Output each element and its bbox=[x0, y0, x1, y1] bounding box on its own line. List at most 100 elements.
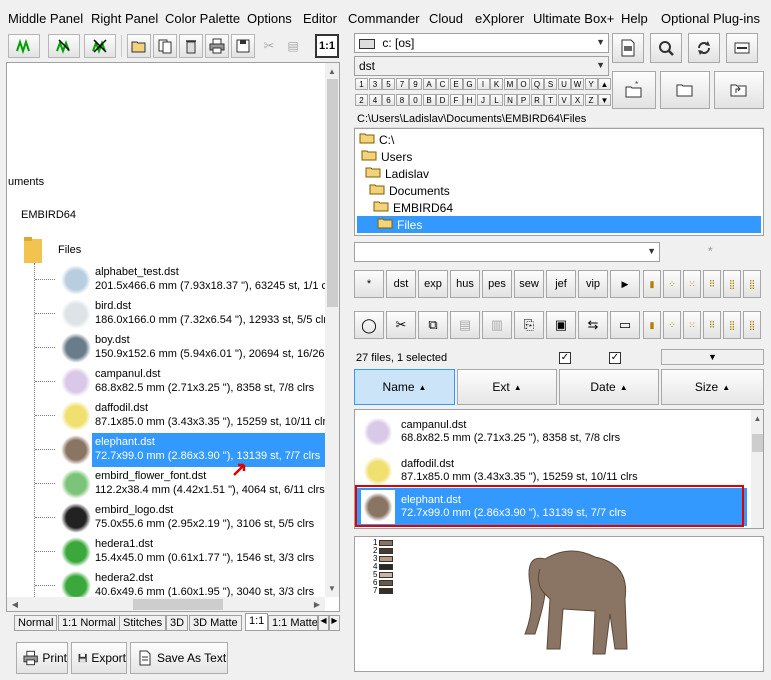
delete-stitch-button[interactable] bbox=[84, 34, 116, 58]
grid-size-button[interactable]: ⠿ bbox=[703, 311, 721, 339]
format-button-vip[interactable]: vip bbox=[578, 270, 608, 298]
folder-row-documents[interactable]: Documents bbox=[369, 182, 450, 199]
folder-row-embird64[interactable]: EMBIRD64 bbox=[373, 199, 453, 216]
key-w[interactable]: W bbox=[571, 78, 584, 90]
left-horizontal-scrollbar[interactable]: ◀ ▶ bbox=[7, 597, 325, 611]
format-button-dst[interactable]: dst bbox=[386, 270, 416, 298]
print-button[interactable]: Print bbox=[16, 642, 68, 674]
scroll-up-icon[interactable]: ▲ bbox=[598, 78, 611, 90]
header-size[interactable]: Size ▲ bbox=[661, 369, 764, 405]
grid-size-button[interactable]: ▮ bbox=[643, 311, 661, 339]
key-c[interactable]: C bbox=[436, 78, 449, 90]
scroll-up-icon[interactable]: ▲ bbox=[751, 411, 763, 425]
paste-special-button[interactable]: ▥ bbox=[482, 311, 512, 339]
folder-row-files[interactable]: Files bbox=[357, 216, 761, 233]
open-button[interactable] bbox=[127, 34, 151, 58]
file-row[interactable]: elephant.dst 72.7x99.0 mm (2.86x3.90 "), … bbox=[7, 433, 327, 467]
key-x[interactable]: X bbox=[571, 94, 584, 106]
properties-button[interactable] bbox=[726, 33, 758, 63]
copy-to-button[interactable] bbox=[153, 34, 177, 58]
key-b[interactable]: B bbox=[422, 94, 436, 106]
grid-size-button[interactable]: ⁘ bbox=[663, 270, 681, 298]
scroll-up-icon[interactable]: ▲ bbox=[325, 64, 339, 78]
tree-node-embird64[interactable]: EMBIRD64 bbox=[21, 209, 76, 221]
file-row[interactable]: boy.dst 150.9x152.6 mm (5.94x6.01 "), 206… bbox=[7, 331, 339, 365]
scroll-left-icon[interactable]: ◀ bbox=[8, 597, 22, 611]
key-7[interactable]: 7 bbox=[395, 78, 409, 90]
folder-row-ladislav[interactable]: Ladislav bbox=[365, 165, 429, 182]
file-list-scrollbar[interactable]: ▲ bbox=[751, 410, 763, 528]
key-u[interactable]: U bbox=[557, 78, 571, 90]
key-n[interactable]: N bbox=[503, 94, 517, 106]
stitch-view-button[interactable] bbox=[8, 34, 40, 58]
file-row[interactable]: hedera1.dst 15.4x45.0 mm (0.61x1.77 "), 1… bbox=[7, 535, 327, 569]
grid-size-button[interactable]: ▮ bbox=[643, 270, 661, 298]
key-d[interactable]: D bbox=[436, 94, 449, 106]
grid-size-button[interactable]: ⣿ bbox=[743, 270, 761, 298]
tab-1-1[interactable]: 1:1 bbox=[245, 613, 269, 631]
checkbox-date[interactable]: ✓ bbox=[609, 352, 621, 364]
copy-file-button[interactable]: ⧉ bbox=[418, 311, 448, 339]
header-ext[interactable]: Ext ▲ bbox=[457, 369, 557, 405]
file-list-row[interactable]: campanul.dst 68.8x82.5 mm (2.71x3.25 "), … bbox=[357, 413, 747, 451]
menu-ultimate-box[interactable]: Ultimate Box+ bbox=[533, 11, 614, 26]
more-formats-button[interactable]: ▶ bbox=[610, 270, 640, 298]
file-mask-combo[interactable]: ▼ bbox=[354, 242, 660, 262]
key-q[interactable]: Q bbox=[530, 78, 544, 90]
key-4[interactable]: 4 bbox=[368, 94, 382, 106]
key-a[interactable]: A bbox=[422, 78, 436, 90]
paste-file-button[interactable]: ▤ bbox=[450, 311, 480, 339]
menu-help[interactable]: Help bbox=[621, 11, 648, 26]
format-button-jef[interactable]: jef bbox=[546, 270, 576, 298]
filter-select[interactable]: dst ▼ bbox=[354, 56, 609, 76]
key-h[interactable]: H bbox=[463, 94, 476, 106]
key-p[interactable]: P bbox=[517, 94, 530, 106]
key-8[interactable]: 8 bbox=[395, 94, 409, 106]
copy-to-folder-button[interactable]: ⎘ bbox=[514, 311, 544, 339]
file-list-row[interactable]: elephant.dst 72.7x99.0 mm (2.86x3.90 "), … bbox=[357, 488, 747, 526]
scroll-thumb-horizontal[interactable] bbox=[133, 599, 223, 610]
format-button-sew[interactable]: sew bbox=[514, 270, 544, 298]
menu-options[interactable]: Options bbox=[247, 11, 292, 26]
menu-color-palette[interactable]: Color Palette bbox=[165, 11, 240, 26]
folder-button[interactable] bbox=[660, 71, 710, 109]
menu-cloud[interactable]: Cloud bbox=[429, 11, 463, 26]
ratio-button[interactable]: 1:1 bbox=[315, 34, 339, 58]
cut-file-button[interactable]: ✂ bbox=[386, 311, 416, 339]
menu-editor[interactable]: Editor bbox=[303, 11, 337, 26]
file-row[interactable]: embird_flower_font.dst 112.2x38.4 mm (4.4… bbox=[7, 467, 327, 501]
header-name[interactable]: Name ▲ bbox=[354, 369, 455, 405]
key-y[interactable]: Y bbox=[584, 78, 598, 90]
print-toolbar-button[interactable] bbox=[205, 34, 229, 58]
key-f[interactable]: F bbox=[449, 94, 463, 106]
tab-3d[interactable]: 3D bbox=[166, 615, 189, 631]
scroll-thumb[interactable] bbox=[327, 79, 338, 307]
file-row[interactable]: campanul.dst 68.8x82.5 mm (2.71x3.25 "), … bbox=[7, 365, 327, 399]
file-row[interactable]: bird.dst 186.0x166.0 mm (7.32x6.54 "), 12… bbox=[7, 297, 332, 331]
file-info-button[interactable] bbox=[612, 33, 644, 63]
scroll-down-icon[interactable]: ▼ bbox=[598, 94, 611, 106]
file-list-row[interactable]: daffodil.dst 87.1x85.0 mm (3.43x3.35 "), … bbox=[357, 452, 747, 490]
grid-size-button[interactable]: ⁙ bbox=[683, 311, 701, 339]
grid-size-button[interactable]: ⁘ bbox=[663, 311, 681, 339]
grid-size-button[interactable]: ⁙ bbox=[683, 270, 701, 298]
parent-folder-button[interactable] bbox=[714, 71, 764, 109]
menu-right-panel[interactable]: Right Panel bbox=[91, 11, 158, 26]
format-button-hus[interactable]: hus bbox=[450, 270, 480, 298]
new-folder-button[interactable]: * bbox=[612, 71, 656, 109]
save-image-button[interactable] bbox=[231, 34, 255, 58]
grid-size-button[interactable]: ⣿ bbox=[723, 270, 741, 298]
format-button-all[interactable]: * bbox=[354, 270, 384, 298]
save-file-button[interactable]: ▣ bbox=[546, 311, 576, 339]
key-5[interactable]: 5 bbox=[382, 78, 395, 90]
key-j[interactable]: J bbox=[476, 94, 490, 106]
delete-button[interactable] bbox=[179, 34, 203, 58]
tab-scroll-left-icon[interactable]: ◀ bbox=[318, 615, 329, 631]
key-s[interactable]: S bbox=[544, 78, 557, 90]
tab-normal[interactable]: Normal bbox=[14, 615, 58, 631]
scroll-right-icon[interactable]: ▶ bbox=[310, 597, 324, 611]
left-vertical-scrollbar[interactable]: ▲ ▼ bbox=[325, 63, 339, 597]
key-2[interactable]: 2 bbox=[355, 94, 368, 106]
grid-size-button[interactable]: ⣿ bbox=[743, 311, 761, 339]
tab-stitches[interactable]: Stitches bbox=[119, 615, 167, 631]
